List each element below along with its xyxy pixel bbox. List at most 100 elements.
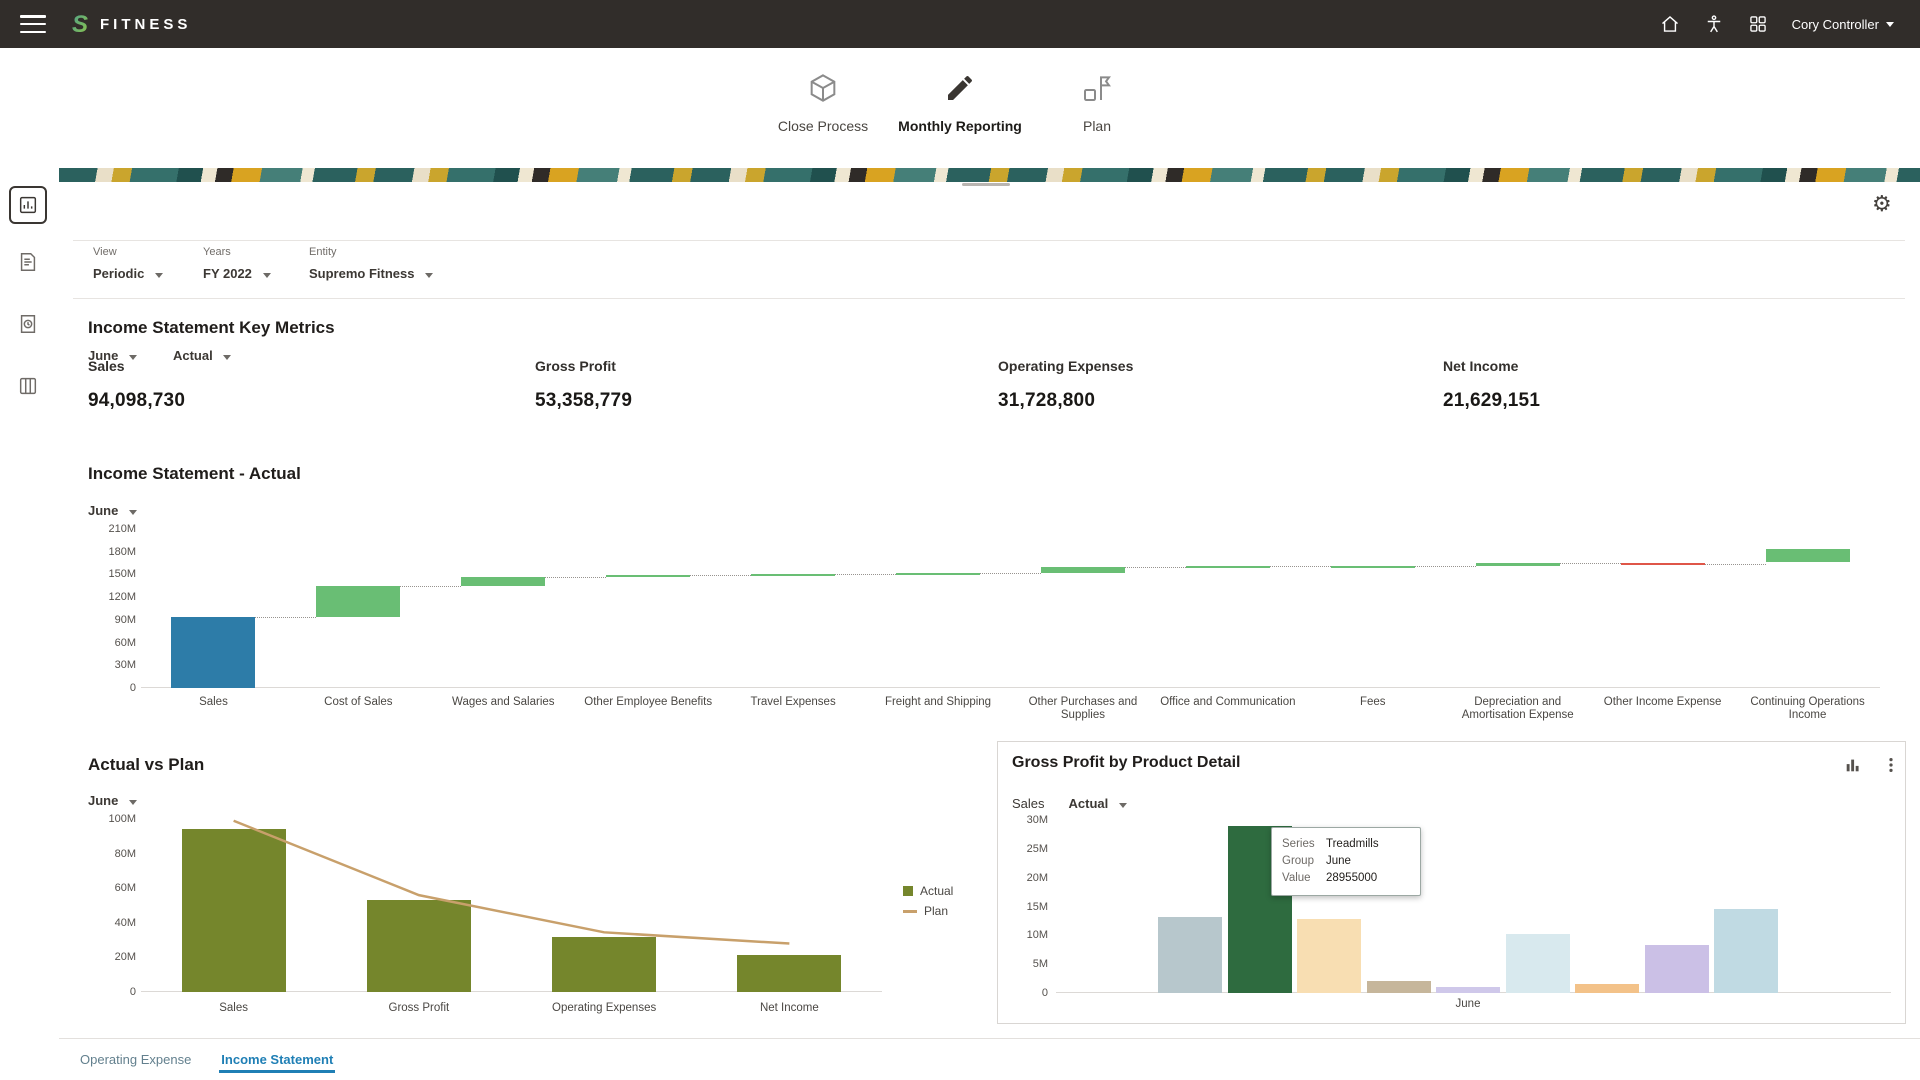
y-axis-tick: 30M	[115, 659, 136, 671]
panel-drag-handle[interactable]	[962, 183, 1010, 186]
waterfall-period-selector[interactable]: June	[88, 503, 137, 518]
x-axis-label: Travel Expenses	[723, 696, 864, 709]
waterfall-bar-6[interactable]	[1041, 567, 1125, 573]
hamburger-menu-icon[interactable]	[20, 15, 46, 33]
nav-item-close-process[interactable]: Close Process	[770, 72, 877, 134]
task-edit-icon	[17, 251, 39, 273]
decorative-banner	[59, 168, 1920, 182]
scenario-selector[interactable]: Actual	[173, 348, 231, 363]
product-bar-5[interactable]	[1506, 934, 1570, 993]
income-statement-waterfall-chart[interactable]: 030M60M90M120M150M180M210M SalesCost of …	[96, 521, 1896, 726]
y-axis-tick: 180M	[108, 546, 136, 558]
connector-line	[255, 617, 316, 618]
accessibility-icon[interactable]	[1704, 14, 1724, 34]
divider	[73, 298, 1905, 299]
nav-item-monthly-reporting[interactable]: Monthly Reporting	[907, 72, 1014, 134]
product-bar-4[interactable]	[1436, 987, 1500, 993]
process-navigation: Close Process Monthly Reporting Plan	[0, 48, 1920, 168]
waterfall-bar-5[interactable]	[896, 573, 980, 575]
user-menu[interactable]: Cory Controller	[1792, 17, 1894, 32]
waterfall-bar-0[interactable]	[171, 617, 255, 688]
waterfall-bar-11[interactable]	[1766, 549, 1850, 563]
app-logo[interactable]: S FITNESS	[68, 11, 191, 37]
period-selector-value: June	[88, 348, 118, 363]
sidebar-item-tasks[interactable]	[9, 243, 47, 281]
product-bar-0[interactable]	[1158, 917, 1222, 993]
pov-years-label: Years	[203, 246, 271, 258]
chevron-down-icon	[263, 273, 271, 278]
connector-line	[690, 575, 751, 576]
product-bar-2[interactable]	[1297, 919, 1361, 993]
actual-bar-3[interactable]	[737, 955, 841, 992]
apps-grid-icon[interactable]	[1748, 14, 1768, 34]
metric-operating-expenses: Operating Expenses 31,728,800	[998, 358, 1133, 412]
x-axis-label: Sales	[143, 696, 284, 709]
x-axis-label: Other Income Expense	[1592, 696, 1733, 709]
metric-sales: Sales 94,098,730	[88, 358, 185, 412]
x-axis-group-label: June	[1438, 998, 1498, 1010]
waterfall-bar-8[interactable]	[1331, 566, 1415, 568]
logo-s-icon: S	[68, 11, 94, 37]
tab-income-statement[interactable]: Income Statement	[219, 1039, 335, 1080]
chevron-down-icon	[129, 800, 137, 805]
key-metrics-title: Income Statement Key Metrics	[88, 318, 335, 338]
tab-operating-expense[interactable]: Operating Expense	[78, 1039, 193, 1080]
chevron-down-icon	[129, 355, 137, 360]
connector-line	[835, 574, 896, 575]
waterfall-bar-4[interactable]	[751, 574, 835, 576]
chevron-down-icon	[223, 355, 231, 360]
pov-years-selector[interactable]: FY 2022	[203, 266, 271, 281]
gpd-plot[interactable]	[1056, 820, 1891, 993]
bar-chart-icon[interactable]	[1844, 756, 1862, 774]
waterfall-bar-9[interactable]	[1476, 563, 1560, 566]
flag-icon	[1081, 72, 1113, 104]
sidebar-item-reports[interactable]	[9, 186, 47, 224]
legend-label: Actual	[920, 884, 953, 898]
y-axis-tick: 120M	[108, 591, 136, 603]
actual-vs-plan-chart[interactable]: 020M40M60M80M100M SalesGross ProfitOpera…	[96, 812, 1006, 1027]
x-axis-label: Other Purchases and Supplies	[1013, 696, 1154, 722]
gear-icon[interactable]: ⚙	[1872, 194, 1892, 216]
y-axis: 020M40M60M80M100M	[96, 819, 136, 992]
bottom-tab-bar: Operating Expense Income Statement	[59, 1038, 1920, 1080]
x-axis-label: Net Income	[697, 1002, 882, 1015]
y-axis-tick: 60M	[115, 882, 136, 894]
product-bar-8[interactable]	[1714, 909, 1778, 993]
waterfall-plot[interactable]	[141, 529, 1880, 688]
period-selector[interactable]: June	[88, 348, 137, 363]
waterfall-bar-10[interactable]	[1621, 563, 1705, 565]
product-bar-3[interactable]	[1367, 981, 1431, 993]
pov-entity-selector[interactable]: Supremo Fitness	[309, 266, 433, 281]
connector-line	[1560, 563, 1621, 564]
actual-bar-0[interactable]	[182, 829, 286, 992]
actual-bar-1[interactable]	[367, 900, 471, 992]
home-icon[interactable]	[1660, 14, 1680, 34]
x-axis: SalesCost of SalesWages and SalariesOthe…	[141, 696, 1880, 726]
metric-value: 94,098,730	[88, 390, 185, 412]
kebab-menu-icon[interactable]	[1882, 756, 1900, 774]
avp-period-selector[interactable]: June	[88, 793, 137, 808]
pov-view-selector[interactable]: Periodic	[93, 266, 163, 281]
tooltip-group-value: June	[1326, 853, 1351, 870]
product-bar-6[interactable]	[1575, 984, 1639, 993]
connector-line	[980, 573, 1041, 574]
avp-plot[interactable]	[141, 819, 882, 992]
y-axis-tick: 20M	[1027, 872, 1048, 884]
legend-item-plan: Plan	[903, 904, 953, 918]
clock-page-icon	[17, 313, 39, 335]
waterfall-bar-7[interactable]	[1186, 566, 1270, 568]
sidebar-item-ledger[interactable]	[9, 367, 47, 405]
waterfall-bar-2[interactable]	[461, 577, 545, 585]
waterfall-bar-1[interactable]	[316, 586, 400, 617]
waterfall-bar-3[interactable]	[606, 575, 690, 577]
pencil-icon	[944, 72, 976, 104]
connector-line	[1125, 567, 1186, 568]
x-axis-label: Fees	[1302, 696, 1443, 709]
product-bar-7[interactable]	[1645, 945, 1709, 993]
gpd-scenario-selector[interactable]: Actual	[1069, 796, 1127, 811]
y-axis-tick: 0	[1042, 987, 1048, 999]
y-axis-tick: 5M	[1033, 958, 1048, 970]
nav-item-plan[interactable]: Plan	[1044, 72, 1151, 134]
sidebar-item-schedule[interactable]	[9, 305, 47, 343]
actual-bar-2[interactable]	[552, 937, 656, 992]
